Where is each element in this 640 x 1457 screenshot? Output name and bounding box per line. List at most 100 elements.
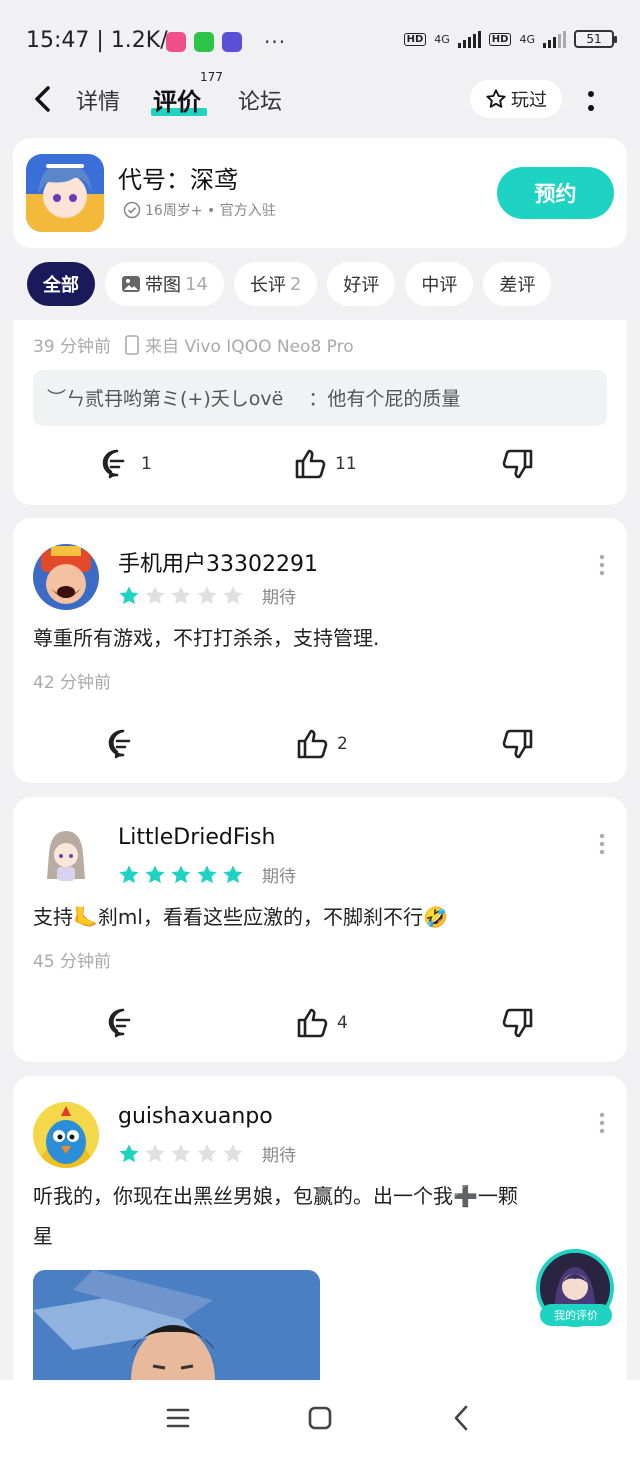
filter-all[interactable]: 全部 xyxy=(27,262,95,306)
like-count: 11 xyxy=(335,454,357,474)
review-text[interactable]: 支持🦶刹ml，看看这些应激的，不脚刹不行🤣 xyxy=(33,897,607,937)
review-time: 39 分钟前 xyxy=(33,337,112,357)
star-filled-icon xyxy=(119,864,139,883)
star-empty-icon xyxy=(171,585,191,604)
review-text[interactable]: 听我的，你现在出黑丝男娘，包赢的。出一个我➕一颗 星 xyxy=(33,1176,607,1256)
comment-icon xyxy=(102,449,125,479)
network-label: 4G xyxy=(434,32,450,46)
review-time: 45 分钟前 xyxy=(33,952,112,972)
review-card: 39 分钟前 来自 Vivo IQOO Neo8 Pro ︶ㄣ贰冄哟第ミ(+)夭… xyxy=(13,320,627,505)
status-time: 15:47 | 1.2K/s xyxy=(26,28,180,53)
filter-long[interactable]: 长评 2 xyxy=(233,262,318,306)
phone-icon xyxy=(125,334,139,355)
thumbs-down-icon xyxy=(502,449,533,479)
back-icon[interactable] xyxy=(446,1402,478,1434)
star-filled-icon xyxy=(223,864,243,883)
review-list[interactable]: 39 分钟前 来自 Vivo IQOO Neo8 Pro ︶ㄣ贰冄哟第ミ(+)夭… xyxy=(0,320,640,1380)
signal-icon xyxy=(543,30,566,48)
my-review-button[interactable]: 我的评价 xyxy=(540,1304,612,1326)
more-vertical-icon[interactable] xyxy=(599,833,605,855)
reserve-button[interactable]: 预约 xyxy=(497,167,614,219)
review-card: guishaxuanpo 期待 听我的，你现在出黑丝男娘，包赢的。出一个我➕一颗… xyxy=(13,1076,627,1380)
filter-negative[interactable]: 差评 xyxy=(483,262,552,306)
dislike-button[interactable] xyxy=(499,446,535,482)
review-text-line: 星 xyxy=(33,1224,53,1248)
like-button[interactable]: 11 xyxy=(293,446,357,482)
menu-icon[interactable] xyxy=(162,1402,194,1434)
reply-preview[interactable]: ︶ㄣ贰冄哟第ミ(+)夭しovë ：他有个屁的质量 xyxy=(33,370,607,426)
thumbs-up-icon xyxy=(297,1008,328,1038)
comment-button[interactable] xyxy=(105,1005,141,1041)
thumbs-down-icon xyxy=(502,1008,533,1038)
tab-review[interactable]: 评价 xyxy=(153,82,201,117)
signal-icon xyxy=(457,30,481,48)
review-actions: 2 xyxy=(13,726,627,766)
verified-check-icon xyxy=(123,201,141,219)
played-button[interactable]: 玩过 xyxy=(470,80,562,118)
filter-with-images[interactable]: 带图 14 xyxy=(105,262,224,306)
username[interactable]: 手机用户33302291 xyxy=(118,546,318,578)
star-empty-icon xyxy=(145,585,165,604)
more-vertical-icon[interactable] xyxy=(584,86,598,116)
comment-button[interactable] xyxy=(105,726,141,762)
wechat-icon xyxy=(194,32,214,52)
comment-icon xyxy=(108,1008,131,1038)
avatar[interactable] xyxy=(33,823,99,889)
top-nav: 详情 评价 177 论坛 玩过 xyxy=(0,70,640,130)
avatar[interactable] xyxy=(33,544,99,610)
review-image[interactable] xyxy=(33,1270,320,1380)
dislike-button[interactable] xyxy=(499,1005,535,1041)
star-empty-icon xyxy=(171,1143,191,1162)
review-count: 177 xyxy=(200,70,223,84)
hd-icon: HD xyxy=(403,32,427,46)
star-empty-icon xyxy=(197,585,217,604)
system-nav-bar xyxy=(0,1380,640,1457)
status-app-icons: ··· xyxy=(166,30,286,54)
star-empty-icon xyxy=(223,585,243,604)
expect-label: 期待 xyxy=(262,1146,296,1166)
filter-neutral[interactable]: 中评 xyxy=(405,262,474,306)
star-filled-icon xyxy=(119,1143,139,1162)
filter-chips: 全部 带图 14 长评 2 好评 中评 差评 xyxy=(27,262,552,306)
like-button[interactable]: 4 xyxy=(295,1005,348,1041)
game-icon xyxy=(26,154,104,232)
back-arrow-icon[interactable] xyxy=(30,84,56,114)
star-filled-icon xyxy=(145,864,165,883)
comment-button[interactable]: 1 xyxy=(99,446,152,482)
review-actions: 1 11 xyxy=(13,446,627,486)
review-text[interactable]: 尊重所有游戏，不打打杀杀，支持管理. xyxy=(33,618,607,658)
game-subtitle: 16周岁+ • 官方入驻 xyxy=(123,200,276,220)
image-icon xyxy=(122,276,140,292)
tab-detail[interactable]: 详情 xyxy=(76,84,120,116)
dislike-button[interactable] xyxy=(499,726,535,762)
tieba-icon xyxy=(222,32,242,52)
avatar[interactable] xyxy=(33,1102,99,1168)
more-vertical-icon[interactable] xyxy=(599,1112,605,1134)
rating-stars: 期待 xyxy=(118,1141,296,1166)
status-right: HD 4G HD 4G 51 xyxy=(403,30,617,48)
star-empty-icon xyxy=(197,1143,217,1162)
battery-icon: 51 xyxy=(574,30,617,48)
network-label: 4G xyxy=(519,32,535,46)
expect-label: 期待 xyxy=(262,588,296,608)
comment-icon xyxy=(108,729,131,759)
thumbs-up-icon xyxy=(295,449,326,479)
like-count: 4 xyxy=(337,1013,348,1033)
filter-positive[interactable]: 好评 xyxy=(327,262,396,306)
game-subtitle-text: 16周岁+ • 官方入驻 xyxy=(145,203,276,219)
more-vertical-icon[interactable] xyxy=(599,554,605,576)
review-card: LittleDriedFish 期待 支持🦶刹ml，看看这些应激的，不脚刹不行🤣… xyxy=(13,797,627,1062)
hd-icon: HD xyxy=(488,32,512,46)
home-icon[interactable] xyxy=(304,1402,336,1434)
tab-forum[interactable]: 论坛 xyxy=(238,84,282,116)
star-filled-icon xyxy=(171,864,191,883)
username[interactable]: LittleDriedFish xyxy=(118,825,275,850)
username[interactable]: guishaxuanpo xyxy=(118,1104,273,1129)
thumbs-up-icon xyxy=(297,729,328,759)
rating-stars: 期待 xyxy=(118,862,296,887)
comment-count: 1 xyxy=(141,454,152,474)
star-empty-icon xyxy=(145,1143,165,1162)
like-button[interactable]: 2 xyxy=(295,726,348,762)
review-card: 手机用户33302291 期待 尊重所有游戏，不打打杀杀，支持管理. 42 分钟… xyxy=(13,518,627,783)
star-filled-icon xyxy=(197,864,217,883)
